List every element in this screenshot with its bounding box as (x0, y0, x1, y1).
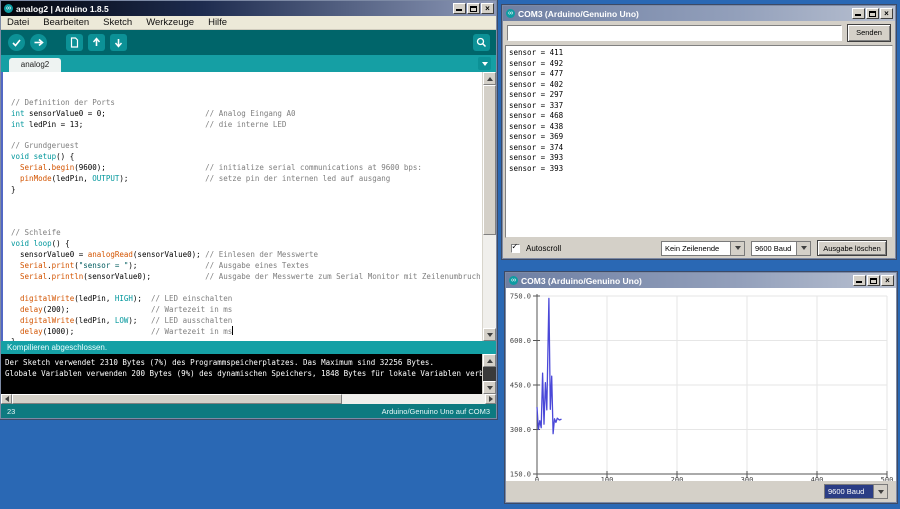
arduino-logo-icon: ∞ (4, 4, 13, 13)
svg-text:750.0: 750.0 (510, 293, 531, 301)
monitor-bottom-bar: ✓ Autoscroll Kein Zeilenende 9600 Baud A… (503, 238, 895, 258)
console-output: Der Sketch verwendet 2310 Bytes (7%) des… (1, 354, 482, 394)
scroll-down-icon[interactable] (483, 328, 496, 341)
board-port-indicator: Arduino/Genuino Uno auf COM3 (382, 407, 490, 416)
menu-hilfe[interactable]: Hilfe (208, 17, 227, 28)
menu-sketch[interactable]: Sketch (103, 17, 132, 28)
plotter-baud-value: 9600 Baud (825, 485, 873, 498)
code-editor-text[interactable]: // Definition der Portsint sensorValue0 … (1, 72, 482, 341)
minimize-button[interactable] (453, 3, 466, 14)
svg-text:450.0: 450.0 (510, 382, 531, 390)
menu-datei[interactable]: Datei (7, 17, 29, 28)
monitor-titlebar[interactable]: ∞ COM3 (Arduino/Genuino Uno) × (503, 6, 895, 21)
arduino-ide-window: ∞ analog2 | Arduino 1.8.5 × Datei Bearbe… (0, 0, 497, 419)
svg-text:500: 500 (881, 476, 894, 481)
ide-titlebar[interactable]: ∞ analog2 | Arduino 1.8.5 × (1, 1, 496, 16)
serial-monitor-button[interactable] (473, 34, 490, 51)
monitor-window-title: COM3 (Arduino/Genuino Uno) (518, 9, 852, 19)
scroll-left-icon[interactable] (1, 394, 12, 404)
line-ending-select[interactable]: Kein Zeilenende (661, 241, 745, 256)
plotter-baud-select[interactable]: 9600 Baud (824, 484, 888, 499)
scroll-up-icon[interactable] (483, 72, 496, 85)
ide-statusbar: 23 Arduino/Genuino Uno auf COM3 (1, 404, 496, 418)
baud-rate-select[interactable]: 9600 Baud (751, 241, 811, 256)
serial-monitor-window: ∞ COM3 (Arduino/Genuino Uno) × Senden se… (502, 5, 896, 259)
close-button[interactable]: × (481, 3, 494, 14)
svg-text:0: 0 (535, 476, 539, 481)
verify-button[interactable] (8, 34, 25, 51)
svg-text:150.0: 150.0 (510, 471, 531, 479)
chevron-down-icon (482, 62, 488, 66)
console-scroll-up-icon[interactable] (483, 354, 496, 367)
hscroll-thumb[interactable] (12, 394, 342, 404)
svg-text:300: 300 (741, 476, 754, 481)
serial-send-input[interactable] (507, 25, 842, 41)
maximize-button[interactable] (866, 8, 879, 19)
menu-werkzeuge[interactable]: Werkzeuge (146, 17, 194, 28)
ide-status-message: Kompilieren abgeschlossen. (1, 341, 496, 354)
svg-text:300.0: 300.0 (510, 426, 531, 434)
line-number-indicator: 23 (7, 407, 15, 416)
close-button[interactable]: × (880, 8, 893, 19)
plotter-titlebar[interactable]: ∞ COM3 (Arduino/Genuino Uno) × (506, 273, 896, 288)
ide-window-title: analog2 | Arduino 1.8.5 (16, 4, 453, 14)
console-horizontal-scrollbar[interactable] (1, 394, 496, 404)
tab-menu-button[interactable] (478, 57, 491, 70)
clear-output-button[interactable]: Ausgabe löschen (817, 240, 887, 256)
autoscroll-checkbox[interactable]: ✓ (511, 244, 520, 253)
editor-vertical-scrollbar[interactable] (482, 72, 496, 341)
sensor-line-chart: 150.0 300.0 450.0 600.0 750.0 0 100 200 300 400 50… (506, 288, 896, 481)
serial-plotter-window: ∞ COM3 (Arduino/Genuino Uno) × 150.0 300.… (505, 272, 897, 503)
minimize-button[interactable] (852, 8, 865, 19)
open-sketch-button[interactable] (88, 34, 105, 51)
ide-tabbar: analog2 (1, 55, 496, 72)
maximize-button[interactable] (867, 275, 880, 286)
upload-button[interactable] (30, 34, 47, 51)
menu-bearbeiten[interactable]: Bearbeiten (43, 17, 89, 28)
chevron-down-icon[interactable] (873, 485, 887, 498)
line-ending-value: Kein Zeilenende (662, 242, 730, 255)
scroll-right-icon[interactable] (485, 394, 496, 404)
svg-text:400: 400 (811, 476, 824, 481)
console-vertical-scrollbar[interactable] (482, 354, 496, 394)
plotter-window-title: COM3 (Arduino/Genuino Uno) (521, 276, 853, 286)
baud-rate-value: 9600 Baud (752, 242, 796, 255)
svg-text:200: 200 (671, 476, 684, 481)
ide-console: Der Sketch verwendet 2310 Bytes (7%) des… (1, 354, 496, 394)
arduino-logo-icon: ∞ (506, 9, 515, 18)
close-button[interactable]: × (881, 275, 894, 286)
arduino-logo-icon: ∞ (509, 276, 518, 285)
ide-menubar: Datei Bearbeiten Sketch Werkzeuge Hilfe (1, 16, 496, 30)
check-icon: ✓ (512, 242, 517, 252)
minimize-button[interactable] (853, 275, 866, 286)
editor-scroll-thumb[interactable] (483, 85, 496, 235)
serial-input-row: Senden (503, 21, 895, 45)
send-button[interactable]: Senden (847, 24, 891, 42)
chevron-down-icon[interactable] (796, 242, 810, 255)
maximize-button[interactable] (467, 3, 480, 14)
autoscroll-label: Autoscroll (526, 244, 561, 253)
tab-analog2[interactable]: analog2 (9, 58, 61, 72)
svg-text:100: 100 (601, 476, 614, 481)
console-scroll-down-icon[interactable] (483, 381, 496, 394)
svg-text:600.0: 600.0 (510, 337, 531, 345)
save-sketch-button[interactable] (110, 34, 127, 51)
plotter-bottom-bar: 9600 Baud (506, 481, 896, 502)
code-editor[interactable]: // Definition der Portsint sensorValue0 … (1, 72, 496, 341)
chevron-down-icon[interactable] (730, 242, 744, 255)
serial-output[interactable]: sensor = 411sensor = 492sensor = 477sens… (505, 45, 893, 238)
plot-area: 150.0 300.0 450.0 600.0 750.0 0 100 200 300 400 50… (506, 288, 896, 481)
new-sketch-button[interactable] (66, 34, 83, 51)
ide-toolbar (1, 30, 496, 55)
